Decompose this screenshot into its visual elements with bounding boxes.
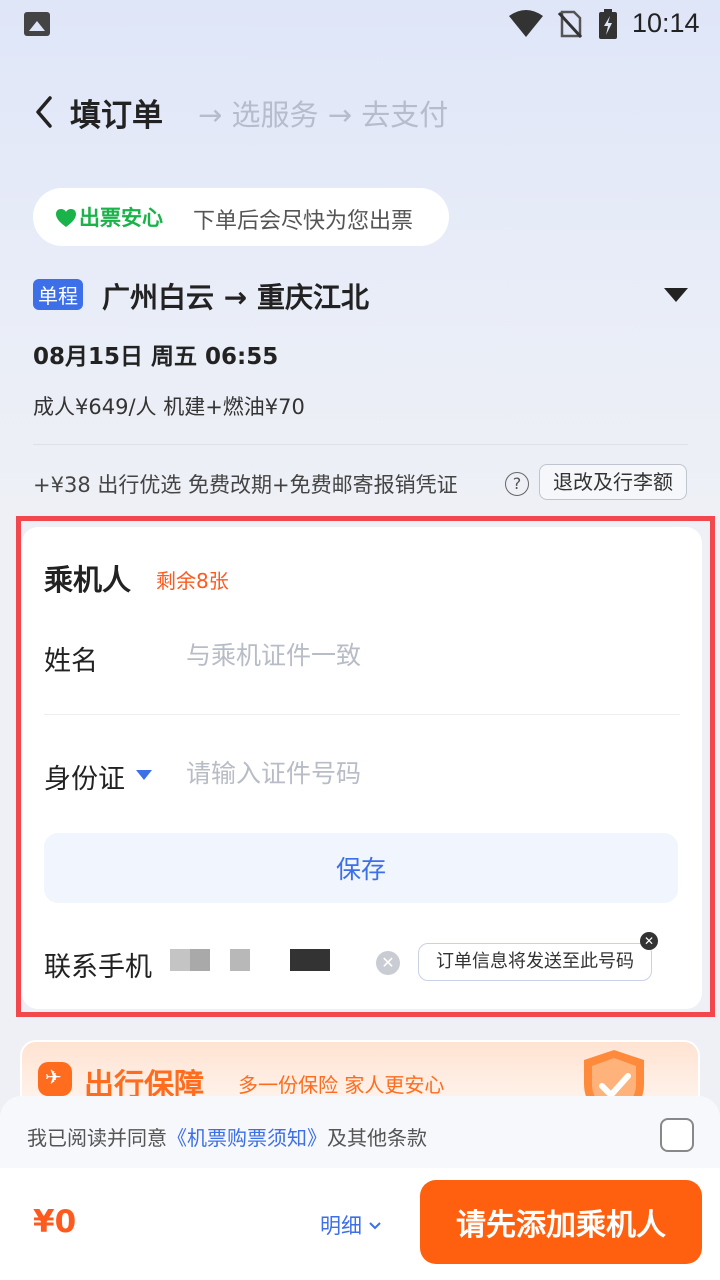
name-label: 姓名 — [44, 646, 98, 677]
gallery-notification-icon — [24, 12, 50, 36]
no-sim-icon — [558, 10, 582, 38]
flight-route: 广州白云 → 重庆江北 — [102, 281, 369, 314]
step-current: 填订单 — [70, 98, 163, 134]
triangle-down-icon[interactable] — [664, 288, 688, 302]
divider — [44, 714, 680, 715]
price-detail-label: 明细 — [320, 1214, 362, 1238]
phone-tooltip: 订单信息将发送至此号码 — [418, 943, 652, 981]
help-icon[interactable]: ? — [505, 472, 529, 496]
battery-charging-icon — [599, 9, 617, 39]
heart-shield-icon — [56, 209, 76, 227]
insurance-subtitle: 多一份保险 家人更安心 — [238, 1073, 445, 1097]
agreement-prefix: 我已阅读并同意 — [27, 1126, 167, 1150]
id-number-input[interactable] — [186, 753, 666, 793]
divider — [33, 444, 688, 445]
plane-logo-icon — [38, 1062, 72, 1096]
assurance-text: 下单后会尽快为您出票 — [193, 209, 414, 234]
agreement-suffix: 及其他条款 — [327, 1126, 427, 1150]
step-progress: → 选服务 → 去支付 — [198, 98, 449, 132]
premium-option-text: +¥38 出行优选 免费改期+免费邮寄报销凭证 — [33, 473, 458, 497]
refund-baggage-button[interactable]: 退改及行李额 — [539, 464, 687, 500]
remaining-tickets: 剩余8张 — [156, 569, 229, 593]
add-passenger-button[interactable]: 请先添加乘机人 — [420, 1180, 702, 1264]
flight-datetime: 08月15日 周五 06:55 — [33, 344, 279, 370]
id-type-label[interactable]: 身份证 — [44, 757, 125, 796]
price-detail-toggle[interactable]: 明细 — [320, 1210, 381, 1240]
status-bar: 10:14 — [0, 0, 720, 48]
total-price: ¥0 — [33, 1204, 77, 1240]
fare-breakdown: 成人¥649/人 机建+燃油¥70 — [33, 395, 305, 419]
phone-number-masked[interactable] — [170, 949, 336, 971]
chevron-down-icon — [368, 1222, 381, 1230]
trip-type-badge: 单程 — [33, 279, 83, 310]
clock: 10:14 — [632, 8, 700, 38]
bottom-sheet: 我已阅读并同意《机票购票须知》及其他条款 ¥0 明细 请先添加乘机人 — [0, 1096, 720, 1280]
name-input[interactable] — [186, 635, 666, 675]
close-icon[interactable]: ✕ — [640, 932, 658, 950]
assurance-brand-text: 出票安心 — [79, 206, 163, 230]
terms-link[interactable]: 《机票购票须知》 — [167, 1126, 327, 1150]
phone-label: 联系手机 — [44, 952, 152, 983]
assurance-brand: 出票安心 — [55, 202, 163, 232]
caret-down-icon[interactable] — [136, 770, 152, 780]
header: 填订单 → 选服务 → 去支付 — [0, 88, 720, 138]
agreement-text: 我已阅读并同意《机票购票须知》及其他条款 — [27, 1122, 427, 1151]
save-button[interactable]: 保存 — [44, 833, 678, 903]
clear-icon[interactable]: ✕ — [376, 951, 400, 975]
passenger-title: 乘机人 — [44, 563, 132, 597]
back-arrow-icon[interactable] — [30, 92, 60, 132]
wifi-icon — [509, 10, 543, 37]
agreement-bar: 我已阅读并同意《机票购票须知》及其他条款 — [0, 1096, 720, 1168]
passenger-card: 乘机人 剩余8张 姓名 身份证 保存 联系手机 ✕ 订单信息将发送至此号码 ✕ — [22, 527, 702, 1009]
agreement-checkbox[interactable] — [660, 1118, 694, 1152]
ticket-assurance-banner: 出票安心 下单后会尽快为您出票 — [33, 188, 449, 246]
